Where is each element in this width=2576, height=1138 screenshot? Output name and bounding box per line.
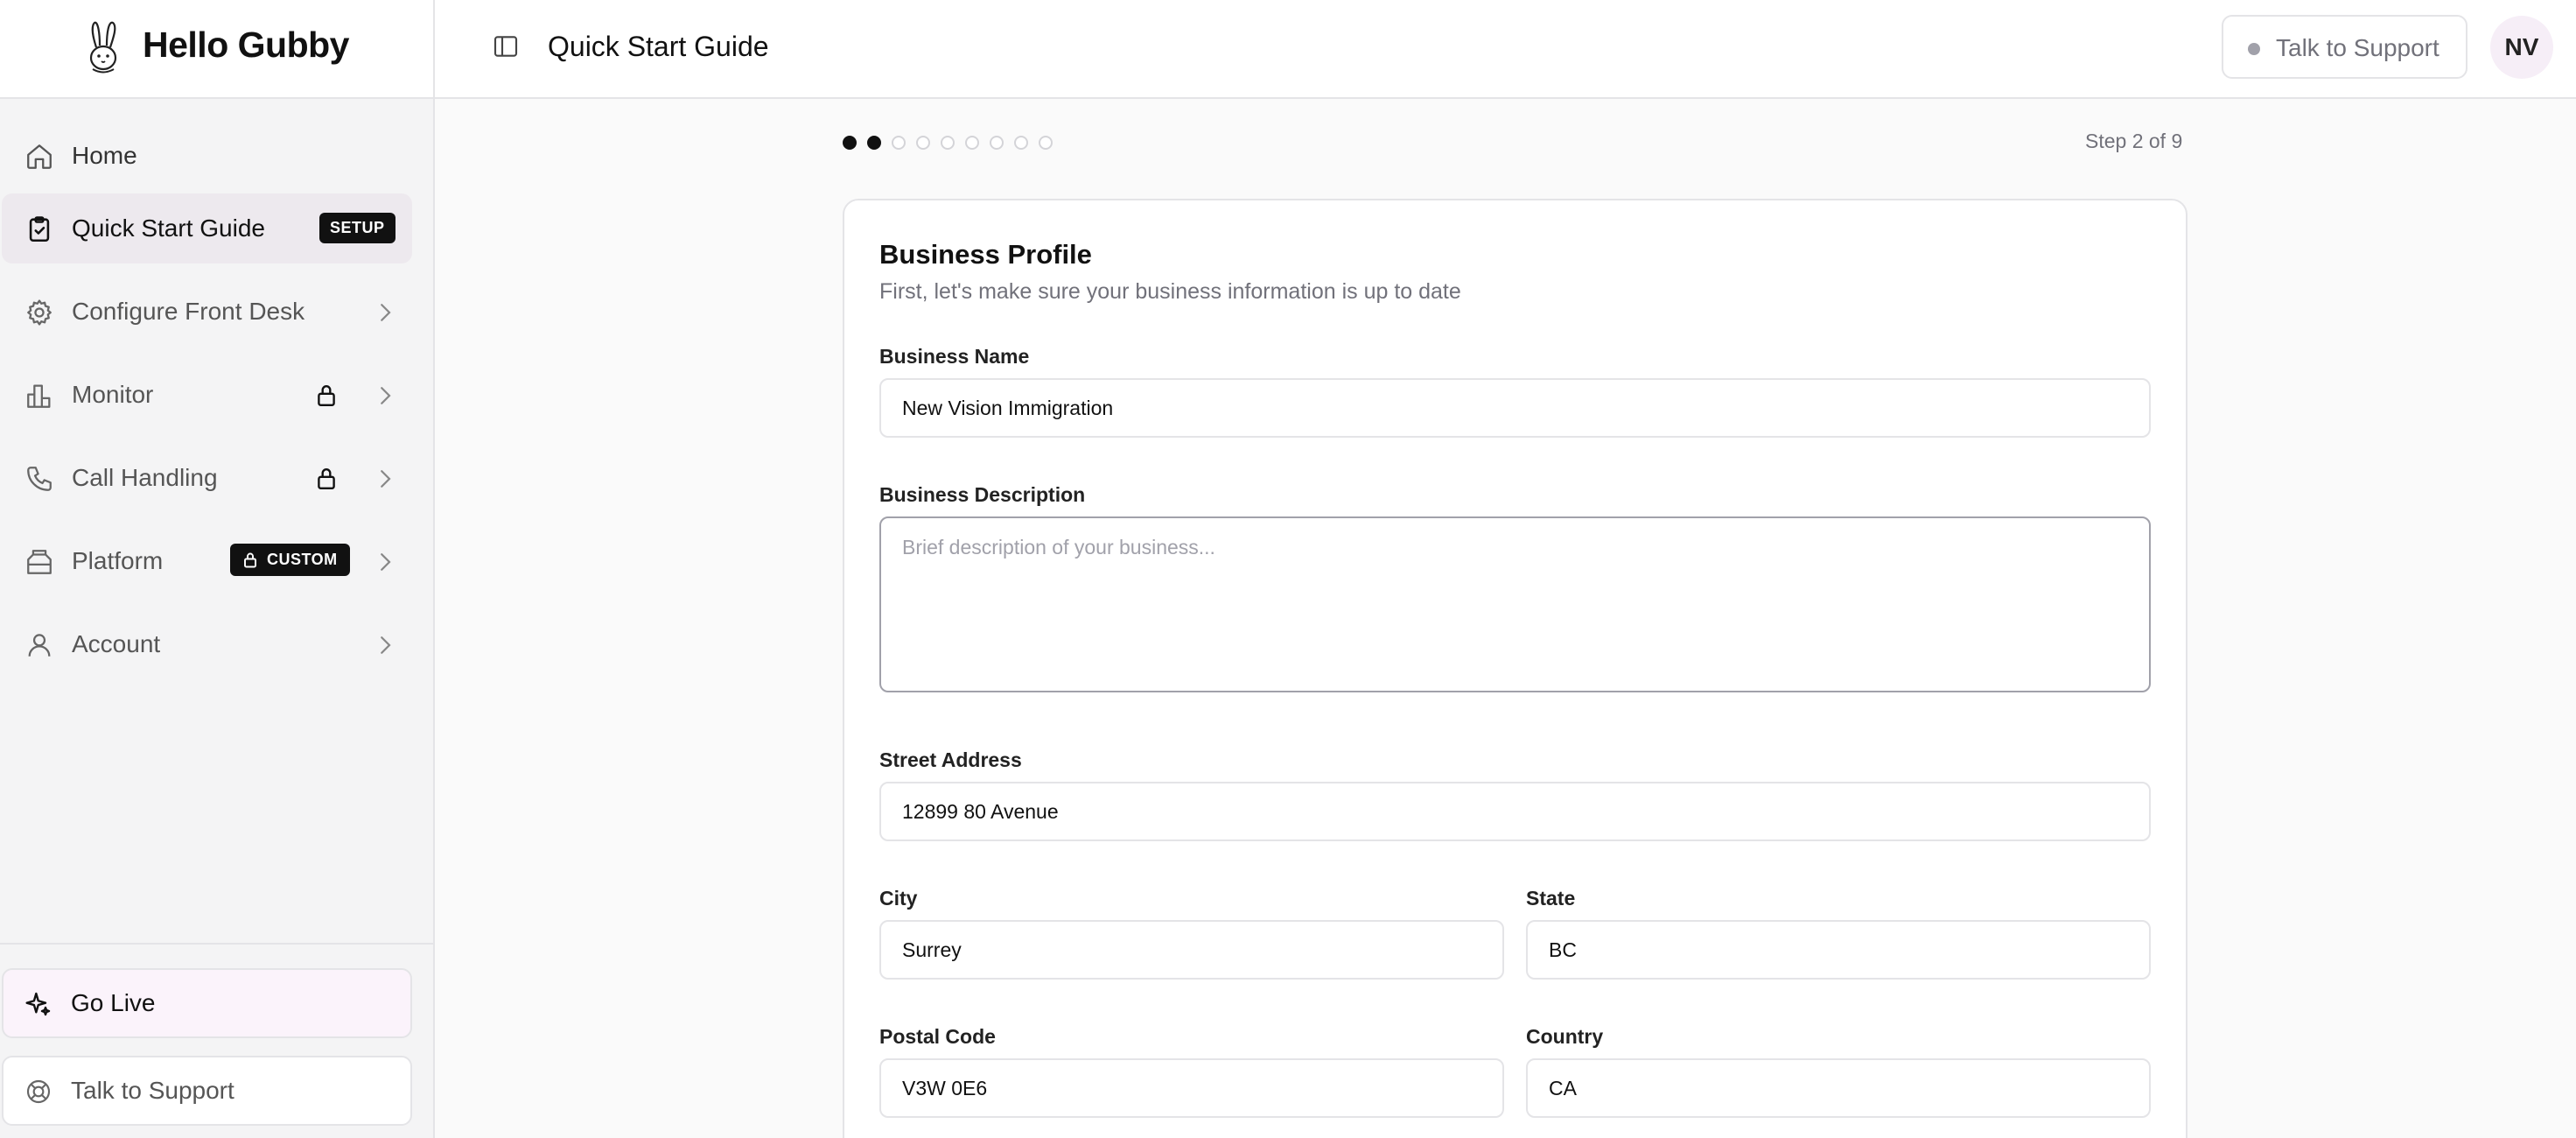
sidebar-item-platform[interactable]: Platform CUSTOM: [2, 526, 412, 596]
sidebar-item-label: Call Handling: [72, 464, 218, 491]
street-address-input[interactable]: 12899 80 Avenue: [879, 782, 2151, 841]
page-title: Quick Start Guide: [548, 31, 769, 62]
status-dot-icon: [2248, 43, 2260, 55]
chevron-right-icon: [381, 387, 391, 404]
sidebar-item-home[interactable]: Home: [2, 121, 412, 191]
go-live-label: Go Live: [71, 989, 156, 1016]
bunny-logo-icon: [89, 21, 117, 74]
business-description-placeholder: Brief description of your business...: [902, 536, 1215, 558]
header-talk-to-support-button[interactable]: Talk to Support: [2222, 15, 2468, 79]
sidebar: Hello Gubby Home Quick Start Guide SETUP: [0, 0, 435, 1138]
setup-badge: SETUP: [319, 213, 396, 243]
sidebar-item-call-handling[interactable]: Call Handling: [2, 443, 412, 513]
lock-icon: [318, 385, 335, 406]
sidebar-item-account[interactable]: Account: [2, 609, 412, 679]
sidebar-item-label: Account: [72, 630, 161, 657]
step-dot: [916, 136, 930, 150]
step-dot: [1014, 136, 1028, 150]
go-live-button[interactable]: Go Live: [2, 968, 412, 1038]
sidebar-item-label: Configure Front Desk: [72, 298, 305, 325]
country-input[interactable]: CA: [1526, 1058, 2151, 1118]
main-content: Step 2 of 9 Business Profile First, let'…: [435, 99, 2576, 1138]
postal-code-label: Postal Code: [879, 1025, 996, 1048]
home-icon: [27, 144, 52, 169]
talk-to-support-button[interactable]: Talk to Support: [2, 1056, 412, 1126]
step-dot: [1039, 136, 1053, 150]
lock-icon: [244, 552, 256, 567]
postal-code-input[interactable]: V3W 0E6: [879, 1058, 1504, 1118]
country-label: Country: [1526, 1025, 1604, 1048]
chevron-right-icon: [381, 470, 391, 488]
lock-icon: [318, 468, 335, 489]
app-name: Hello Gubby: [143, 25, 349, 65]
chevron-right-icon: [381, 636, 391, 654]
step-dot: [965, 136, 979, 150]
chevron-right-icon: [381, 304, 391, 321]
business-description-textarea[interactable]: Brief description of your business...: [879, 516, 2151, 692]
step-indicator: [843, 136, 1053, 150]
business-name-input[interactable]: New Vision Immigration: [879, 378, 2151, 438]
sidebar-item-quick-start-guide[interactable]: Quick Start Guide SETUP: [2, 193, 412, 263]
logo-row[interactable]: Hello Gubby: [0, 0, 433, 99]
user-icon: [28, 634, 51, 657]
header-support-label: Talk to Support: [2276, 34, 2440, 61]
custom-badge-label: CUSTOM: [267, 551, 338, 568]
sidebar-toggle-icon[interactable]: [492, 32, 520, 60]
sidebar-item-label: Monitor: [72, 381, 154, 408]
card-title: Business Profile: [879, 239, 1092, 270]
sidebar-bottom: Go Live Talk to Support: [0, 943, 433, 1138]
business-description-label: Business Description: [879, 483, 1086, 506]
clipboard-check-icon: [29, 216, 50, 242]
top-header: Quick Start Guide Talk to Support NV: [435, 0, 2576, 99]
sidebar-item-monitor[interactable]: Monitor: [2, 360, 412, 430]
state-label: State: [1526, 887, 1576, 910]
phone-icon: [27, 467, 52, 491]
business-name-label: Business Name: [879, 345, 1030, 368]
building-icon: [27, 550, 52, 574]
state-input[interactable]: BC: [1526, 920, 2151, 980]
sidebar-nav: Home Quick Start Guide SETUP Configure F…: [0, 121, 433, 679]
bar-chart-icon: [27, 384, 51, 408]
step-dot: [892, 136, 906, 150]
step-dot: [843, 136, 857, 150]
card-subtitle: First, let's make sure your business inf…: [879, 279, 1461, 304]
sparkle-icon: [25, 992, 51, 1016]
sidebar-item-configure-front-desk[interactable]: Configure Front Desk: [2, 277, 412, 347]
gear-icon: [27, 299, 52, 326]
sidebar-item-label: Platform: [72, 547, 164, 574]
step-counter: Step 2 of 9: [2085, 130, 2183, 152]
city-input[interactable]: Surrey: [879, 920, 1504, 980]
step-dot: [990, 136, 1004, 150]
business-profile-card: Business Profile First, let's make sure …: [843, 199, 2188, 1138]
city-label: City: [879, 887, 918, 910]
step-dot: [941, 136, 955, 150]
step-dot: [867, 136, 881, 150]
street-address-label: Street Address: [879, 748, 1022, 771]
sidebar-item-label: Home: [72, 142, 137, 169]
custom-badge: CUSTOM: [230, 544, 350, 576]
chevron-right-icon: [381, 553, 391, 571]
avatar[interactable]: NV: [2490, 16, 2553, 79]
talk-to-support-label: Talk to Support: [71, 1077, 234, 1104]
lifebuoy-icon: [26, 1079, 51, 1104]
sidebar-item-label: Quick Start Guide: [72, 214, 265, 242]
